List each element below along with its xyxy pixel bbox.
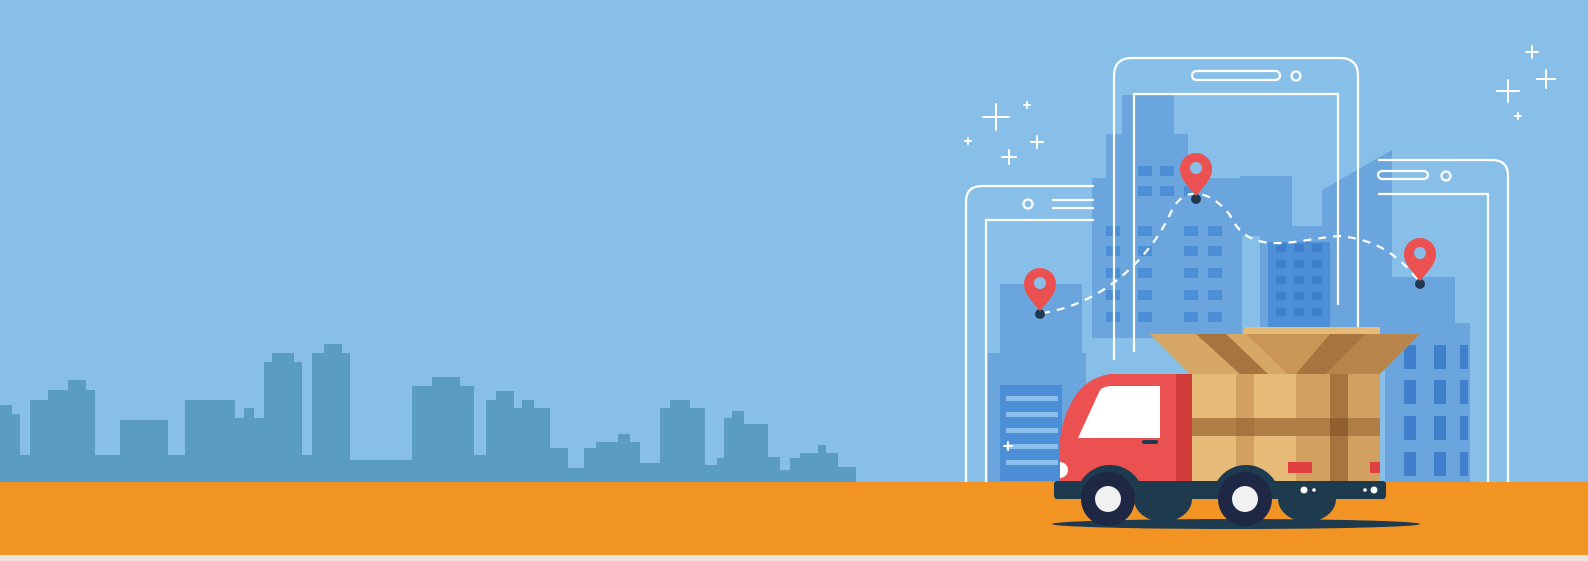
road-edge xyxy=(0,555,1588,561)
delivery-scene xyxy=(0,0,1588,561)
